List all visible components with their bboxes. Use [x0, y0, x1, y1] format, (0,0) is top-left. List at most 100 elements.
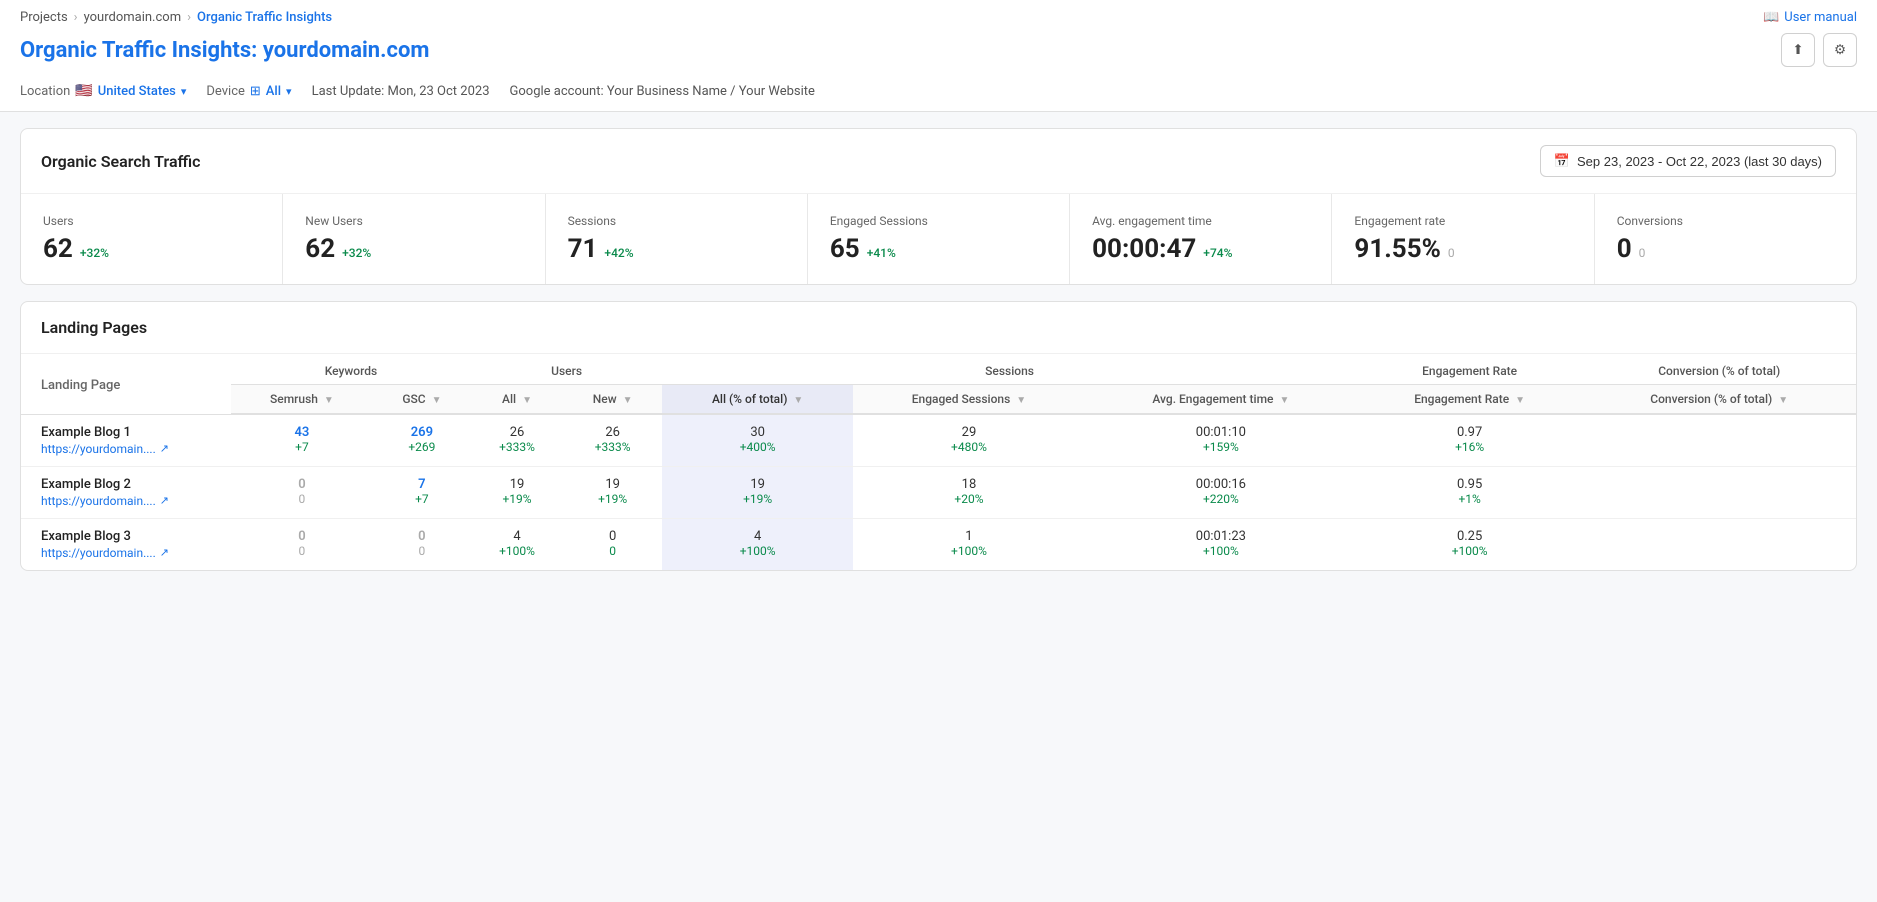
gsc-cell: 0 0 — [373, 518, 471, 570]
filters-row: Location 🇺🇸 United States ▾ Device ⊞ All… — [20, 75, 1857, 111]
last-update: Last Update: Mon, 23 Oct 2023 — [312, 84, 490, 99]
table-row: Example Blog 1 https://yourdomain.... ↗ … — [21, 414, 1856, 466]
landing-page-cell: Example Blog 3 https://yourdomain.... ↗ — [21, 518, 231, 570]
col-subheader-all-users[interactable]: All ▼ — [471, 385, 563, 415]
avg-engagement-cell: 00:01:10 +159% — [1085, 414, 1357, 466]
table-row: Example Blog 2 https://yourdomain.... ↗ … — [21, 466, 1856, 518]
semrush-filter-icon[interactable]: ▼ — [324, 395, 334, 406]
col-subheader-eng-rate-sub[interactable]: Engagement Rate ▼ — [1357, 385, 1583, 415]
breadcrumb: Projects › yourdomain.com › Organic Traf… — [20, 10, 332, 25]
col-group-users: Users — [471, 354, 662, 385]
landing-pages-title: Landing Pages — [21, 302, 1856, 354]
table-row: Example Blog 3 https://yourdomain.... ↗ … — [21, 518, 1856, 570]
metric-label: Sessions — [568, 214, 785, 228]
metric-cell-engaged-sessions: Engaged Sessions 65 +41% — [808, 194, 1070, 284]
engaged-sessions-cell: 18 +20% — [853, 466, 1085, 518]
metrics-row: Users 62 +32% New Users 62 +32% Sessions… — [21, 194, 1856, 284]
device-chevron-icon[interactable]: ▾ — [286, 85, 292, 98]
all-users-cell: 26 +333% — [471, 414, 563, 466]
metric-cell-sessions: Sessions 71 +42% — [546, 194, 808, 284]
avg-eng-filter-icon[interactable]: ▼ — [1279, 395, 1289, 406]
col-subheader-new-users[interactable]: New ▼ — [563, 385, 662, 415]
semrush-cell: 0 0 — [231, 518, 373, 570]
engaged-sessions-cell: 1 +100% — [853, 518, 1085, 570]
col-subheader-gsc[interactable]: GSC ▼ — [373, 385, 471, 415]
section-title: Organic Search Traffic — [41, 152, 201, 171]
engagement-rate-cell: 0.97 +16% — [1357, 414, 1583, 466]
col-subheader-semrush[interactable]: Semrush ▼ — [231, 385, 373, 415]
metric-value: 65 — [830, 234, 860, 264]
engaged-filter-icon[interactable]: ▼ — [1016, 395, 1026, 406]
landing-pages-table-wrap: Landing Page Keywords Users Sessions Eng — [21, 354, 1856, 570]
col-header-landing-page: Landing Page — [21, 354, 231, 414]
metric-value: 71 — [568, 234, 598, 264]
engagement-rate-cell: 0.25 +100% — [1357, 518, 1583, 570]
book-icon: 📖 — [1763, 10, 1779, 25]
metric-label: Users — [43, 214, 260, 228]
metric-change: 0 — [1639, 246, 1646, 260]
metric-label: Engaged Sessions — [830, 214, 1047, 228]
metric-label: Avg. engagement time — [1092, 214, 1309, 228]
metric-value: 62 — [305, 234, 335, 264]
page-url[interactable]: https://yourdomain.... ↗ — [41, 546, 223, 560]
metric-cell-new-users: New Users 62 +32% — [283, 194, 545, 284]
all-sessions-filter-icon[interactable]: ▼ — [793, 395, 803, 406]
page-url[interactable]: https://yourdomain.... ↗ — [41, 442, 223, 456]
new-users-cell: 19 +19% — [563, 466, 662, 518]
user-manual-link[interactable]: 📖 User manual — [1763, 10, 1857, 25]
external-link-icon[interactable]: ↗ — [160, 546, 169, 559]
engaged-sessions-cell: 29 +480% — [853, 414, 1085, 466]
avg-engagement-cell: 00:01:23 +100% — [1085, 518, 1357, 570]
eng-rate-filter-icon[interactable]: ▼ — [1515, 395, 1525, 406]
breadcrumb-page: Organic Traffic Insights — [197, 10, 332, 25]
page-name: Example Blog 3 — [41, 529, 223, 544]
all-users-cell: 4 +100% — [471, 518, 563, 570]
metric-change: +74% — [1203, 246, 1232, 260]
metric-value: 62 — [43, 234, 73, 264]
location-value[interactable]: United States — [98, 84, 176, 99]
new-users-cell: 26 +333% — [563, 414, 662, 466]
conversion-cell — [1582, 518, 1856, 570]
metric-label: Conversions — [1617, 214, 1834, 228]
date-range-button[interactable]: 📅 Sep 23, 2023 - Oct 22, 2023 (last 30 d… — [1540, 145, 1836, 177]
location-chevron-icon[interactable]: ▾ — [181, 85, 187, 98]
col-subheader-avg-engagement[interactable]: Avg. Engagement time ▼ — [1085, 385, 1357, 415]
device-icon: ⊞ — [250, 84, 261, 99]
col-group-keywords: Keywords — [231, 354, 471, 385]
settings-button[interactable]: ⚙ — [1823, 33, 1857, 67]
col-subheader-engaged-sessions[interactable]: Engaged Sessions ▼ — [853, 385, 1085, 415]
metric-change: 0 — [1448, 246, 1455, 260]
landing-page-cell: Example Blog 1 https://yourdomain.... ↗ — [21, 414, 231, 466]
metric-change: +41% — [867, 246, 896, 260]
export-button[interactable]: ⬆ — [1781, 33, 1815, 67]
external-link-icon[interactable]: ↗ — [160, 494, 169, 507]
metric-change: +32% — [342, 246, 371, 260]
conversion-filter-icon[interactable]: ▼ — [1778, 395, 1788, 406]
gsc-cell: 7 +7 — [373, 466, 471, 518]
new-users-filter-icon[interactable]: ▼ — [623, 395, 633, 406]
device-value[interactable]: All — [266, 84, 281, 99]
new-users-cell: 0 0 — [563, 518, 662, 570]
metric-cell-engagement-rate: Engagement rate 91.55% 0 — [1332, 194, 1594, 284]
col-subheader-all-sessions[interactable]: All (% of total) ▼ — [662, 385, 853, 415]
all-users-filter-icon[interactable]: ▼ — [522, 395, 532, 406]
page-name: Example Blog 2 — [41, 477, 223, 492]
gsc-cell: 269 +269 — [373, 414, 471, 466]
metric-value: 91.55% — [1354, 234, 1440, 264]
all-users-cell: 19 +19% — [471, 466, 563, 518]
page-url[interactable]: https://yourdomain.... ↗ — [41, 494, 223, 508]
table-group-header-row: Landing Page Keywords Users Sessions Eng — [21, 354, 1856, 385]
external-link-icon[interactable]: ↗ — [160, 442, 169, 455]
metric-cell-users: Users 62 +32% — [21, 194, 283, 284]
metric-value: 0 — [1617, 234, 1632, 264]
all-sessions-cell: 30 +400% — [662, 414, 853, 466]
semrush-cell: 43 +7 — [231, 414, 373, 466]
metric-change: +32% — [80, 246, 109, 260]
organic-traffic-card: Organic Search Traffic 📅 Sep 23, 2023 - … — [20, 128, 1857, 285]
breadcrumb-domain[interactable]: yourdomain.com — [84, 10, 182, 25]
gsc-filter-icon[interactable]: ▼ — [432, 395, 442, 406]
col-subheader-conversion-sub[interactable]: Conversion (% of total) ▼ — [1582, 385, 1856, 415]
metric-change: +42% — [604, 246, 633, 260]
all-sessions-cell: 4 +100% — [662, 518, 853, 570]
breadcrumb-projects[interactable]: Projects — [20, 10, 68, 25]
